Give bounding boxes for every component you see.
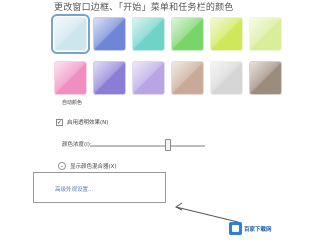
color-swatch-grid [51, 14, 286, 99]
swatch-sheen [133, 18, 164, 50]
swatch-sheen [250, 18, 281, 50]
color-swatch-sky[interactable] [51, 14, 90, 54]
auto-color-label: 自动颜色 [62, 100, 83, 106]
chevron-down-icon[interactable]: ⌄ [58, 162, 66, 170]
color-swatch-leaf[interactable] [171, 17, 204, 51]
transparency-label: 启用透明效果(N) [67, 120, 109, 126]
color-swatch-twilight[interactable] [93, 17, 126, 51]
logo-icon [229, 222, 242, 235]
intensity-slider-track[interactable] [90, 145, 205, 147]
swatch-sheen [211, 62, 242, 94]
color-swatch-frost[interactable] [210, 61, 243, 95]
color-swatch-lavender[interactable] [132, 61, 165, 95]
transparency-checkbox[interactable]: ✓ [56, 118, 63, 126]
logo-text: 百家下载网 [244, 226, 272, 233]
color-mixer-toggle[interactable]: ⌄ 显示颜色混合器(X) [58, 162, 117, 170]
intensity-row: 颜色浓度(I): [62, 140, 92, 148]
swatch-sheen [172, 18, 203, 50]
intensity-slider-thumb[interactable] [165, 139, 172, 151]
swatch-sheen [211, 18, 242, 50]
color-swatch-violet[interactable] [93, 61, 126, 95]
highlight-box [33, 172, 166, 203]
intensity-label: 颜色浓度(I): [62, 142, 92, 148]
color-swatch-extra[interactable] [249, 17, 282, 51]
color-swatch-sea[interactable] [132, 17, 165, 51]
swatch-sheen [94, 62, 125, 94]
swatch-sheen [55, 18, 86, 50]
swatch-sheen [250, 62, 281, 94]
page-title: 更改窗口边框、「开始」菜单和任务栏的颜色 [54, 3, 234, 13]
swatch-sheen [133, 62, 164, 94]
color-swatch-chocolate[interactable] [249, 61, 282, 95]
site-logo: 百家下载网 [229, 222, 272, 235]
swatch-sheen [55, 62, 86, 94]
transparency-option[interactable]: ✓ 启用透明效果(N) [56, 118, 108, 126]
color-swatch-lime[interactable] [210, 17, 243, 51]
color-mixer-label: 显示颜色混合器(X) [70, 164, 117, 170]
color-swatch-blush[interactable] [54, 61, 87, 95]
swatch-sheen [172, 62, 203, 94]
swatch-sheen [94, 18, 125, 50]
advanced-appearance-link[interactable]: 高级外观设置... [55, 185, 93, 193]
color-swatch-taupe[interactable] [171, 61, 204, 95]
